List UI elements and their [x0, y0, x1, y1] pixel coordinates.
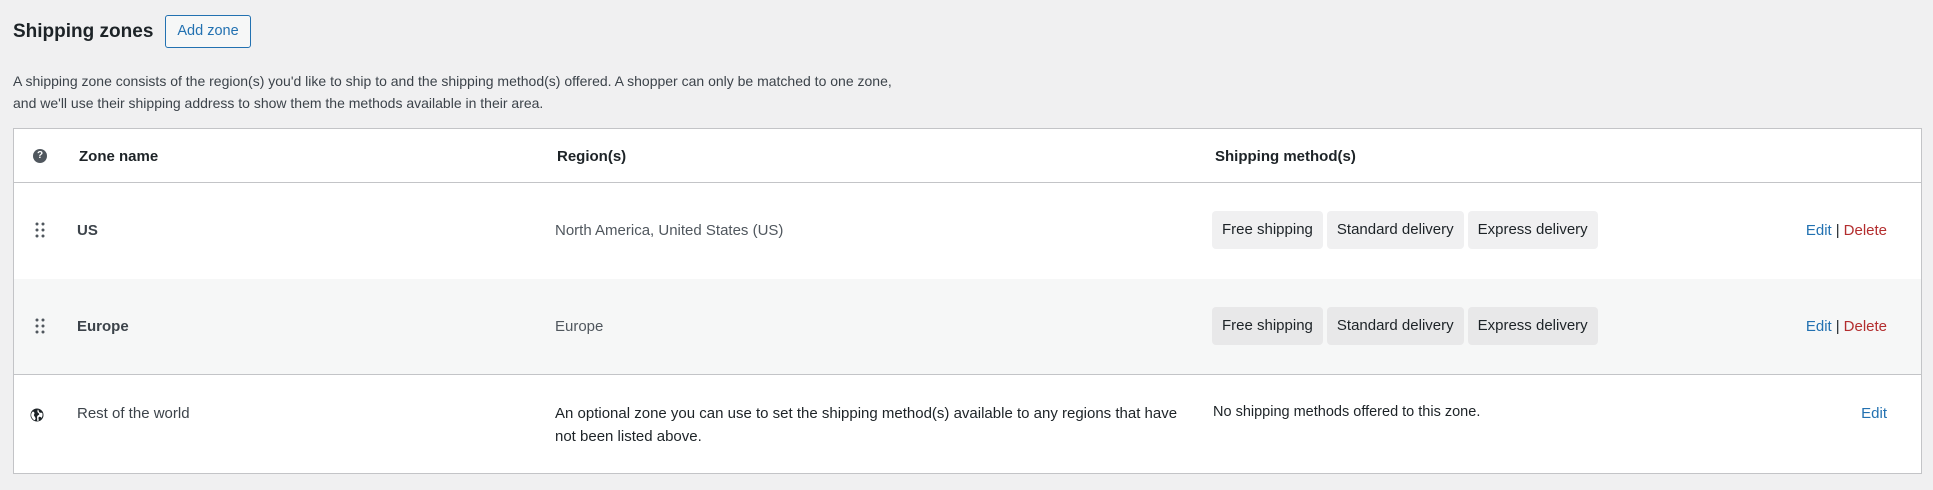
- globe-icon: [30, 408, 44, 422]
- zone-regions: North America, United States (US): [555, 222, 784, 239]
- zone-actions: Edit | Delete: [1806, 222, 1887, 239]
- method-pill: Free shipping: [1212, 211, 1323, 249]
- delete-zone-link[interactable]: Delete: [1844, 318, 1887, 335]
- edit-zone-link[interactable]: Edit: [1806, 222, 1832, 239]
- rest-of-world-description: An optional zone you can use to set the …: [555, 405, 1178, 445]
- zone-name[interactable]: US: [77, 222, 98, 239]
- zone-actions: Edit | Delete: [1806, 318, 1887, 335]
- drag-handle-icon[interactable]: [35, 222, 45, 238]
- zone-name[interactable]: Europe: [77, 318, 129, 335]
- column-header-shipping-methods: Shipping method(s): [1215, 148, 1356, 165]
- zone-name: Rest of the world: [77, 405, 190, 422]
- page-description: A shipping zone consists of the region(s…: [13, 73, 892, 111]
- table-header-row: ? Zone name Region(s) Shipping method(s): [14, 129, 1921, 183]
- delete-zone-link[interactable]: Delete: [1844, 222, 1887, 239]
- method-pill: Standard delivery: [1326, 211, 1464, 249]
- table-row-rest-of-world: Rest of the world An optional zone you c…: [14, 375, 1921, 473]
- zone-regions: Europe: [555, 318, 604, 335]
- no-methods-text: No shipping methods offered to this zone…: [1213, 404, 1481, 420]
- method-pill: Free shipping: [1212, 307, 1323, 345]
- shipping-zones-table: ? Zone name Region(s) Shipping method(s)…: [13, 128, 1922, 474]
- page-header: Shipping zones Add zone: [13, 15, 251, 48]
- table-row: US North America, United States (US) Fre…: [14, 183, 1921, 279]
- method-pill: Standard delivery: [1326, 307, 1464, 345]
- edit-zone-link[interactable]: Edit: [1806, 318, 1832, 335]
- help-icon[interactable]: ?: [33, 149, 47, 163]
- zone-methods: Free shipping Standard delivery Express …: [1212, 307, 1598, 345]
- page-title: Shipping zones: [13, 21, 154, 42]
- action-separator: |: [1835, 222, 1840, 239]
- zone-actions: Edit: [1861, 405, 1887, 422]
- table-row: Europe Europe Free shipping Standard del…: [14, 279, 1921, 375]
- column-header-zone-name: Zone name: [79, 148, 159, 165]
- method-pill: Express delivery: [1467, 307, 1598, 345]
- zone-methods: Free shipping Standard delivery Express …: [1212, 211, 1598, 249]
- add-zone-button[interactable]: Add zone: [165, 15, 251, 48]
- edit-zone-link[interactable]: Edit: [1861, 405, 1887, 422]
- action-separator: |: [1835, 318, 1840, 335]
- column-header-regions: Region(s): [557, 148, 627, 165]
- method-pill: Express delivery: [1467, 211, 1598, 249]
- drag-handle-icon[interactable]: [35, 318, 45, 334]
